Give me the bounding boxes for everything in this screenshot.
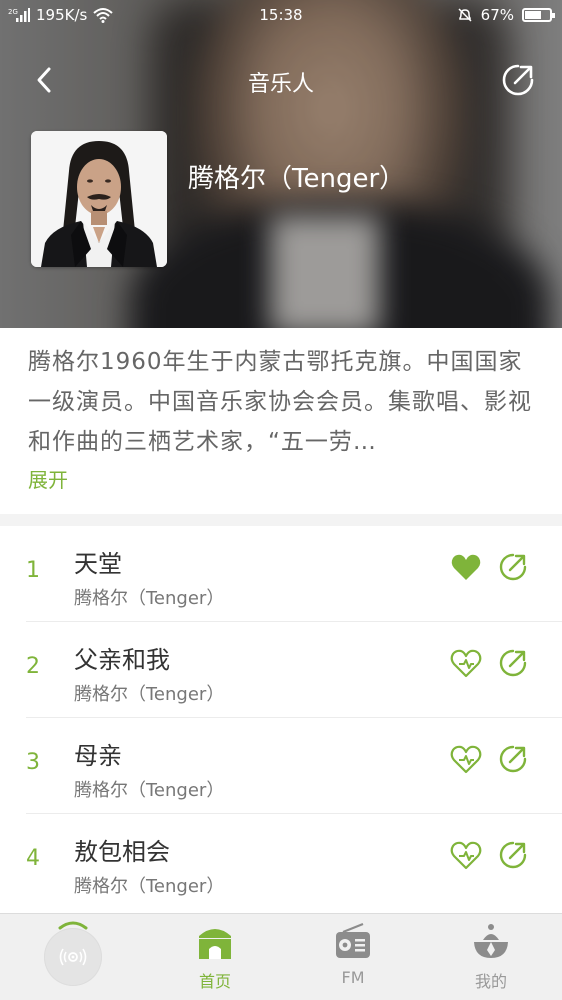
song-title: 母亲 — [74, 742, 122, 770]
battery-percent: 67% — [480, 6, 514, 24]
bio-text: 腾格尔1960年生于内蒙古鄂托克旗。中国国家一级演员。中国音乐家协会会员。集歌唱… — [28, 349, 532, 455]
tab-mine[interactable]: 我的 — [446, 922, 536, 998]
heart-outline-icon[interactable] — [450, 744, 482, 776]
expand-bio-link[interactable]: 展开 — [28, 464, 534, 493]
share-icon — [502, 64, 534, 96]
now-playing-button[interactable] — [44, 928, 102, 986]
song-index: 3 — [26, 750, 40, 775]
song-artist: 腾格尔（Tenger） — [74, 684, 225, 705]
tab-fm[interactable]: FM — [308, 922, 398, 998]
artist-header: 2G 195K/s 15:38 67% 音乐人 腾格尔（Tenger） — [0, 0, 562, 328]
tab-home[interactable]: 首页 — [170, 922, 260, 998]
profile-icon — [474, 924, 508, 958]
song-row[interactable]: 1 天堂 腾格尔（Tenger） — [26, 526, 562, 622]
disc-icon — [59, 948, 87, 966]
artist-name: 腾格尔（Tenger） — [188, 164, 406, 194]
tab-fm-label: FM — [341, 968, 365, 987]
song-index: 2 — [26, 654, 40, 679]
song-title: 敖包相会 — [74, 838, 170, 866]
song-artist: 腾格尔（Tenger） — [74, 588, 225, 609]
heart-outline-icon[interactable] — [450, 840, 482, 872]
share-button[interactable] — [498, 60, 538, 100]
song-artist: 腾格尔（Tenger） — [74, 780, 225, 801]
artist-bio: 腾格尔1960年生于内蒙古鄂托克旗。中国国家一级演员。中国音乐家协会会员。集歌唱… — [0, 328, 562, 514]
song-row[interactable]: 2 父亲和我 腾格尔（Tenger） — [26, 622, 562, 718]
share-icon[interactable] — [496, 646, 530, 680]
song-index: 4 — [26, 846, 40, 871]
tab-mine-label: 我的 — [474, 972, 507, 991]
status-bar: 2G 195K/s 15:38 67% — [0, 0, 562, 30]
heart-icon[interactable] — [450, 552, 482, 584]
song-row[interactable]: 4 敖包相会 腾格尔（Tenger） — [26, 814, 562, 910]
share-icon[interactable] — [496, 838, 530, 872]
song-artist: 腾格尔（Tenger） — [74, 876, 225, 897]
song-title: 父亲和我 — [74, 646, 170, 674]
song-row[interactable]: 3 母亲 腾格尔（Tenger） — [26, 718, 562, 814]
tab-home-label: 首页 — [198, 972, 231, 991]
artist-avatar — [31, 131, 167, 267]
bottom-tab-bar: 首页 FM 我的 — [0, 913, 562, 1000]
home-icon — [199, 929, 231, 959]
heart-outline-icon[interactable] — [450, 648, 482, 680]
mute-bell-icon — [458, 8, 472, 22]
share-icon[interactable] — [496, 742, 530, 776]
page-title: 音乐人 — [247, 72, 314, 97]
radio-icon — [336, 922, 370, 958]
share-icon[interactable] — [496, 550, 530, 584]
battery-icon — [522, 8, 555, 22]
song-list: 1 天堂 腾格尔（Tenger） 2 父亲和我 腾格尔（Tenger） 3 母亲… — [0, 526, 562, 914]
song-title: 天堂 — [74, 550, 122, 578]
nav-bar: 音乐人 — [0, 50, 562, 110]
song-index: 1 — [26, 558, 40, 583]
